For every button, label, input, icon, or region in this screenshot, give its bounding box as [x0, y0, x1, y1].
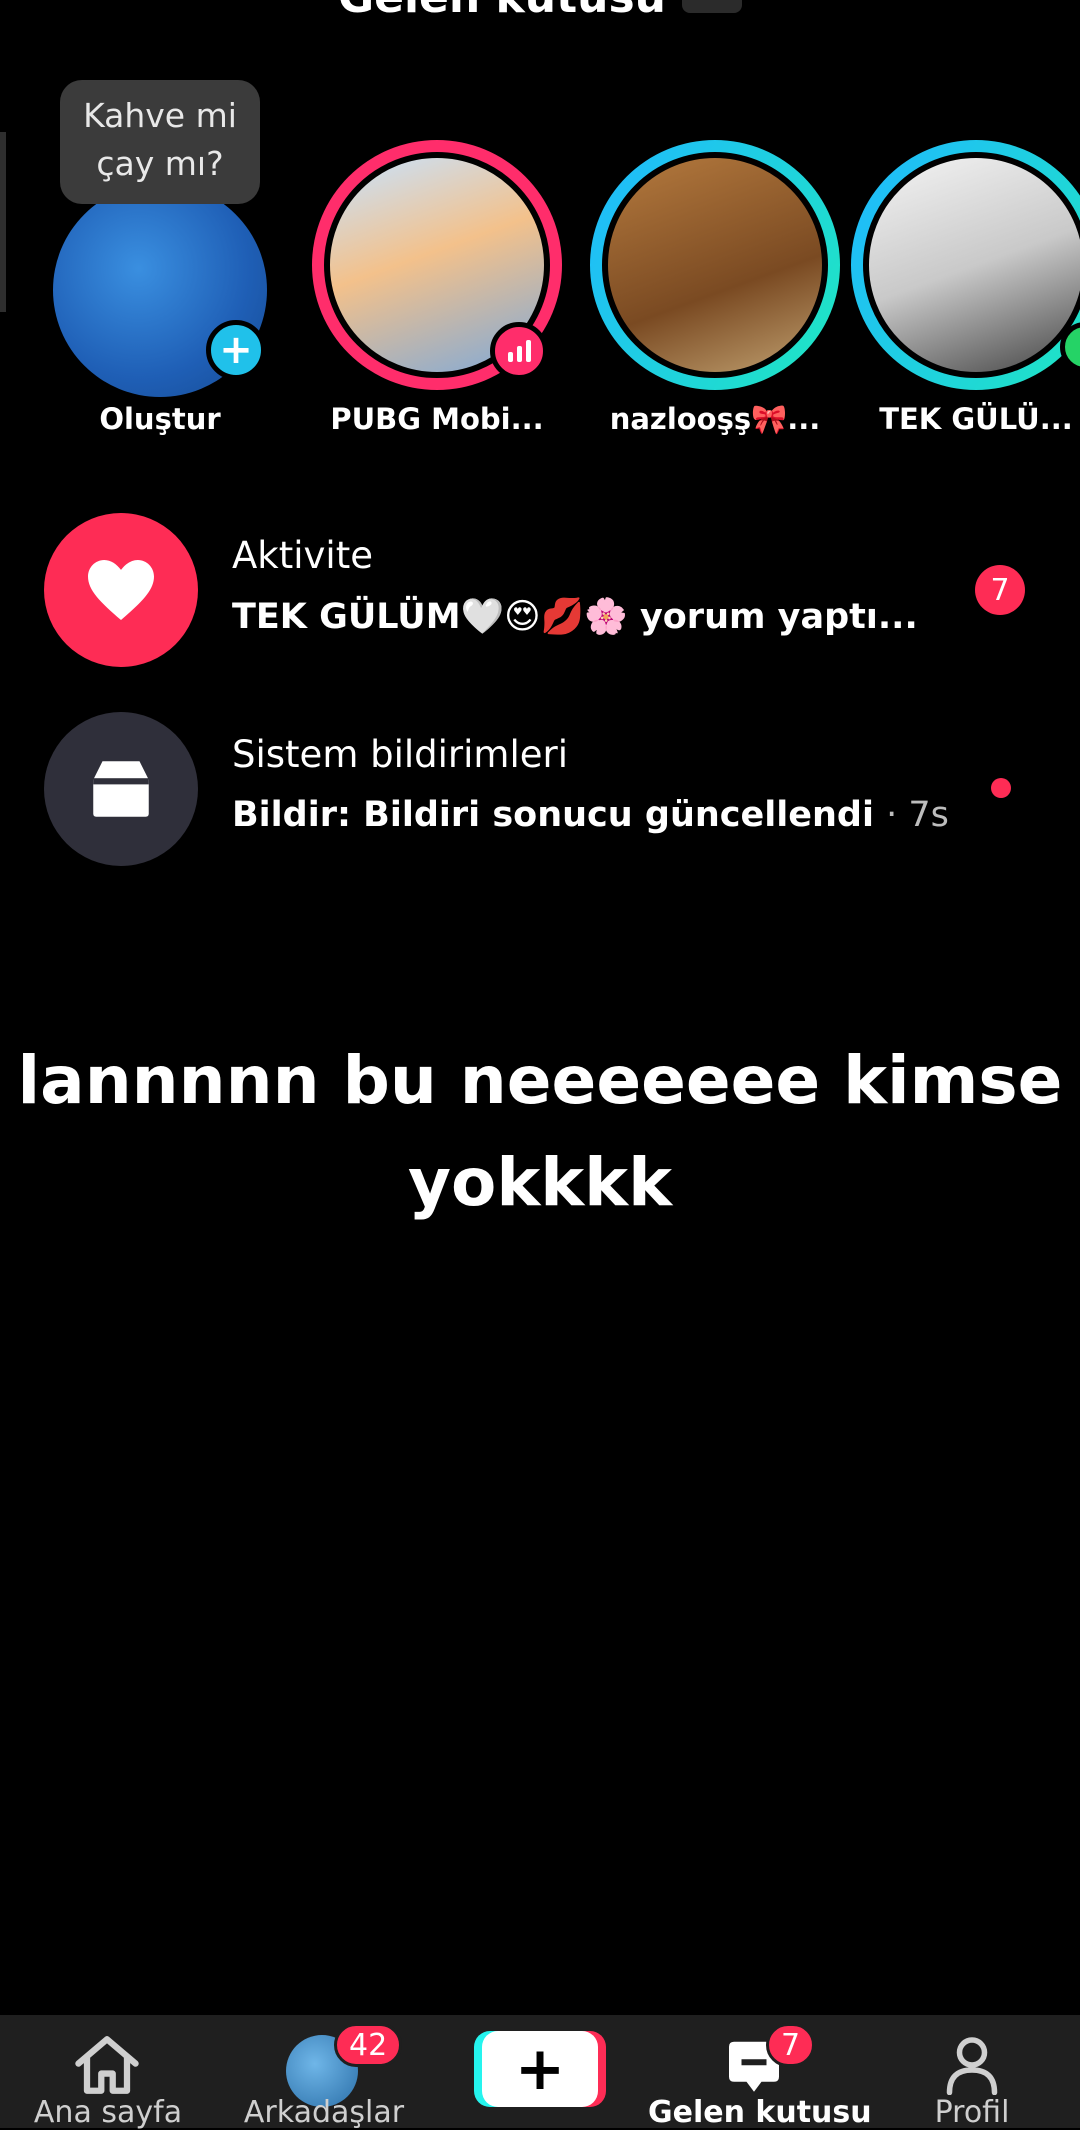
story-label: PUBG Mobi... — [330, 402, 544, 436]
note-line: Kahve mi — [83, 96, 237, 135]
row-title: Aktivite — [232, 534, 373, 577]
nav-create[interactable]: + — [432, 2015, 648, 2128]
plus-icon[interactable]: + — [206, 320, 266, 380]
page-title: Gelen kutusu — [0, 0, 1080, 23]
bottom-nav: Ana sayfa 42 Arkadaşlar + 7 Gelen kutusu… — [0, 2015, 1080, 2130]
story-avatar — [602, 152, 828, 378]
video-caption: lannnnn bu neeeeeee kimse yokkkk — [0, 1030, 1080, 1234]
nav-label: Gelen kutusu — [648, 2095, 872, 2130]
activity-count-badge: 7 — [975, 565, 1025, 615]
home-icon — [75, 2036, 139, 2094]
timestamp: · 7s — [886, 795, 949, 835]
heart-icon — [44, 513, 198, 667]
note-bubble[interactable]: Kahve mi çay mı? — [60, 80, 260, 204]
unread-dot — [991, 778, 1011, 798]
friends-badge: 42 — [334, 2023, 403, 2067]
row-subtitle: TEK GÜLÜM🤍😍💋🌸 yorum yaptı... — [232, 597, 918, 637]
row-title: Sistem bildirimleri — [232, 733, 568, 776]
note-line: çay mı? — [96, 144, 224, 183]
story-label: TEK GÜLÜ... — [879, 402, 1073, 436]
nav-label: Ana sayfa — [33, 2095, 183, 2130]
nav-profile[interactable]: Profil — [864, 2015, 1080, 2130]
nav-inbox[interactable]: 7 Gelen kutusu — [648, 2015, 872, 2130]
row-subtitle: Bildir: Bildiri sonucu güncellendi · 7s — [232, 795, 949, 835]
nav-label: Arkadaşlar — [243, 2095, 405, 2130]
live-bars-icon — [490, 322, 548, 380]
caption-line: lannnnn bu neeeeeee kimse — [17, 1042, 1063, 1119]
story-label: nazlooşş🎀... — [609, 402, 821, 436]
edge-sliver — [0, 132, 6, 312]
profile-icon — [946, 2037, 998, 2095]
notification-text: Bildir: Bildiri sonucu güncellendi — [232, 795, 874, 835]
story-avatar — [863, 152, 1080, 378]
inbox-badge: 7 — [766, 2023, 816, 2067]
header-badge — [681, 0, 742, 13]
nav-friends[interactable]: 42 Arkadaşlar — [216, 2015, 432, 2130]
story-label: Oluştur — [99, 402, 221, 436]
nav-label: Profil — [934, 2095, 1010, 2130]
activity-row[interactable]: Aktivite TEK GÜLÜM🤍😍💋🌸 yorum yaptı... 7 — [0, 510, 1080, 670]
plus-icon: + — [482, 2031, 598, 2107]
caption-line: yokkkk — [408, 1144, 672, 1221]
nav-home[interactable]: Ana sayfa — [0, 2015, 216, 2130]
inbox-tray-icon — [44, 712, 198, 866]
system-notifications-row[interactable]: Sistem bildirimleri Bildir: Bildiri sonu… — [0, 707, 1080, 867]
